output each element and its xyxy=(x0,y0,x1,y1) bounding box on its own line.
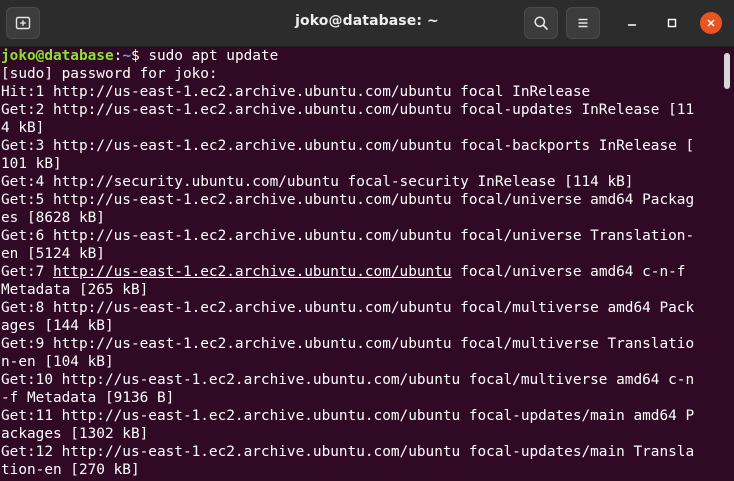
output-line: 4 kB] xyxy=(1,120,45,136)
output-line: es [8628 kB] xyxy=(1,210,105,226)
vertical-scrollbar[interactable] xyxy=(720,47,734,481)
output-line: Get:10 http://us-east-1.ec2.archive.ubun… xyxy=(1,372,695,388)
prompt-path: ~ xyxy=(122,48,131,64)
minimize-icon xyxy=(628,24,636,26)
maximize-button[interactable] xyxy=(661,12,683,34)
output-line: Get:8 http://us-east-1.ec2.archive.ubunt… xyxy=(1,300,695,316)
hamburger-menu-icon xyxy=(578,18,588,28)
output-line: tion-en [270 kB] xyxy=(1,462,140,478)
prompt-line: joko@database:~$ sudo apt update xyxy=(0,47,720,65)
title-bar: joko@database: ~ xyxy=(0,0,734,47)
output-line: Get:12 http://us-east-1.ec2.archive.ubun… xyxy=(1,444,695,460)
prompt-separator: : xyxy=(113,48,123,64)
menu-button[interactable] xyxy=(566,7,600,39)
output-line: Get:9 http://us-east-1.ec2.archive.ubunt… xyxy=(1,336,695,352)
command-text: sudo apt update xyxy=(139,48,279,64)
scrollbar-thumb[interactable] xyxy=(724,53,730,89)
prompt-user-host: joko@database xyxy=(1,48,114,64)
output-line: en [5124 kB] xyxy=(1,246,105,262)
terminal-output[interactable]: joko@database:~$ sudo apt update [sudo] … xyxy=(0,47,720,481)
output-line: ackages [1302 kB] xyxy=(1,426,149,442)
output-line: Get:6 http://us-east-1.ec2.archive.ubunt… xyxy=(1,228,695,244)
output-line: n-en [104 kB] xyxy=(1,354,114,370)
output-line: [sudo] password for joko: xyxy=(1,66,218,82)
search-button[interactable] xyxy=(524,7,558,39)
output-line: Get:4 http://security.ubuntu.com/ubuntu … xyxy=(1,174,634,190)
close-button[interactable] xyxy=(700,12,722,34)
output-line: Hit:1 http://us-east-1.ec2.archive.ubunt… xyxy=(1,84,591,100)
minimize-button[interactable] xyxy=(621,12,643,34)
hovered-url-link[interactable]: http://us-east-1.ec2.archive.ubuntu.com/… xyxy=(53,264,452,280)
output-line: Get:7 http://us-east-1.ec2.archive.ubunt… xyxy=(0,263,720,281)
output-line: 101 kB] xyxy=(1,156,62,172)
prompt-symbol: $ xyxy=(130,48,140,64)
output-line: Get:11 http://us-east-1.ec2.archive.ubun… xyxy=(1,408,695,424)
output-line: Metadata [265 kB] xyxy=(1,282,149,298)
output-line: Get:5 http://us-east-1.ec2.archive.ubunt… xyxy=(1,192,695,208)
output-line: -f Metadata [9136 B] xyxy=(1,390,175,406)
output-line-prefix: Get:7 xyxy=(1,264,53,280)
output-line: ages [144 kB] xyxy=(1,318,114,334)
search-icon xyxy=(534,16,548,30)
output-line: Get:2 http://us-east-1.ec2.archive.ubunt… xyxy=(1,102,695,118)
close-icon xyxy=(707,19,715,27)
terminal-window: joko@database: ~ joko@database:~$ sudo a… xyxy=(0,0,734,481)
output-line-suffix: focal/universe amd64 c-n-f xyxy=(451,264,686,280)
output-line: Get:3 http://us-east-1.ec2.archive.ubunt… xyxy=(1,138,695,154)
maximize-icon xyxy=(667,18,677,28)
